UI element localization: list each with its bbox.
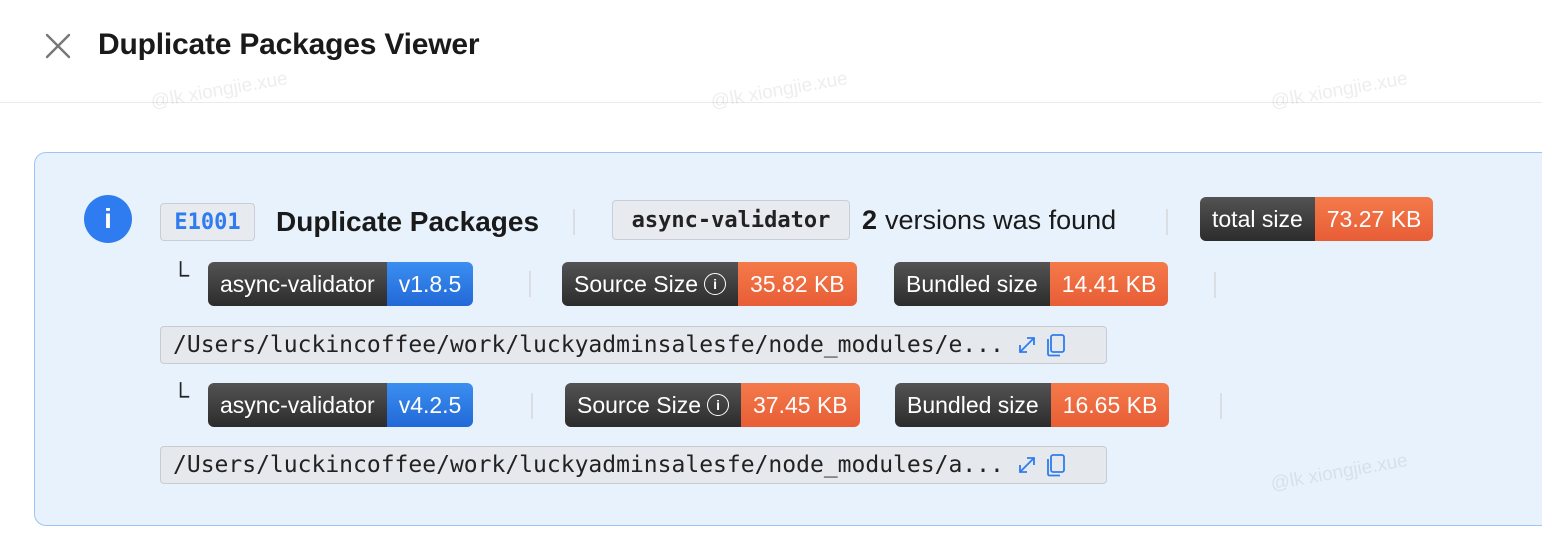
expand-icon[interactable]: [1016, 334, 1038, 356]
divider: [573, 209, 575, 235]
page-title: Duplicate Packages Viewer: [98, 28, 480, 61]
total-size-label: total size: [1200, 197, 1315, 241]
bundled-size-value: 14.41 KB: [1049, 262, 1169, 306]
source-size-badge: Source Size i 37.45 KB: [565, 383, 860, 427]
info-icon: i: [84, 195, 132, 243]
source-size-label: Source Size: [574, 270, 699, 297]
divider: [531, 393, 533, 419]
close-icon[interactable]: [42, 30, 74, 62]
total-size-value: 73.27 KB: [1314, 197, 1434, 241]
versions-found-text: 2 versions was found: [862, 200, 1116, 240]
tree-branch-icon: └: [172, 262, 190, 289]
tree-branch-icon: └: [172, 383, 190, 410]
divider: [1214, 272, 1216, 298]
bundled-size-label: Bundled size: [895, 383, 1051, 427]
package-path: /Users/luckincoffee/work/luckyadminsales…: [160, 326, 1107, 364]
versions-count: 2: [862, 204, 878, 235]
divider: [529, 271, 531, 297]
expand-icon[interactable]: [1016, 454, 1038, 476]
source-size-value: 37.45 KB: [741, 383, 860, 427]
bundled-size-badge: Bundled size 14.41 KB: [894, 262, 1169, 306]
package-path: /Users/luckincoffee/work/luckyadminsales…: [160, 446, 1107, 484]
package-name: async-validator: [208, 383, 387, 427]
divider: [1220, 393, 1222, 419]
package-version-badge: async-validator v1.8.5: [208, 262, 474, 306]
bundled-size-badge: Bundled size 16.65 KB: [895, 383, 1170, 427]
package-version: v1.8.5: [386, 262, 474, 306]
package-name: async-validator: [208, 262, 387, 306]
copy-icon[interactable]: [1046, 333, 1066, 357]
source-size-badge: Source Size i 35.82 KB: [562, 262, 857, 306]
alert-title: Duplicate Packages: [276, 206, 540, 237]
copy-icon[interactable]: [1046, 453, 1066, 477]
package-path-text: /Users/luckincoffee/work/luckyadminsales…: [173, 332, 1004, 358]
package-version-badge: async-validator v4.2.5: [208, 383, 474, 427]
package-name-badge: async-validator: [612, 200, 850, 240]
bundled-size-value: 16.65 KB: [1050, 383, 1170, 427]
total-size-badge: total size 73.27 KB: [1200, 197, 1434, 241]
divider: [1166, 209, 1168, 235]
package-path-text: /Users/luckincoffee/work/luckyadminsales…: [173, 452, 1004, 478]
source-size-label: Source Size: [577, 391, 702, 418]
source-size-value: 35.82 KB: [738, 262, 857, 306]
versions-label: versions was found: [885, 204, 1117, 235]
error-code-badge: E1001: [160, 203, 255, 241]
bundled-size-label: Bundled size: [894, 262, 1050, 306]
info-circle-icon[interactable]: i: [707, 394, 730, 416]
package-version: v4.2.5: [386, 383, 474, 427]
drawer-header: Duplicate Packages Viewer: [0, 0, 1542, 103]
info-circle-icon[interactable]: i: [704, 273, 727, 295]
